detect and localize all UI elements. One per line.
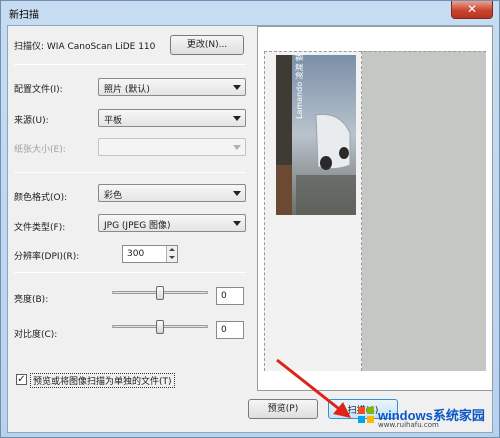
separator [14, 272, 246, 273]
color-format-label: 颜色格式(O): [14, 193, 68, 203]
paper-size-select [98, 138, 246, 156]
spin-up-icon[interactable] [169, 248, 175, 251]
brightness-input[interactable]: 0 [216, 287, 244, 305]
separator [14, 172, 246, 173]
resolution-value: 300 [127, 249, 145, 259]
spin-down-icon[interactable] [169, 256, 175, 259]
scan-region[interactable]: Lamando 凌渡 魅·力 [264, 51, 362, 371]
source-select[interactable]: 平板 [98, 109, 246, 127]
source-label: 来源(U): [14, 116, 49, 126]
brightness-label: 亮度(B): [14, 295, 49, 305]
resolution-label: 分辨率(DPI)(R): [14, 252, 80, 262]
watermark-url: www.ruihafu.com [378, 421, 439, 429]
brightness-value: 0 [221, 291, 227, 301]
title-bar: 新扫描 ✕ [1, 1, 499, 25]
separator [14, 64, 246, 65]
separate-files-checkbox[interactable]: ✓ [16, 374, 27, 385]
watermark: windows系统家园 www.ruihafu.com [358, 405, 488, 429]
color-format-select[interactable]: 彩色 [98, 184, 246, 202]
file-type-label: 文件类型(F): [14, 223, 66, 233]
chevron-down-icon [233, 116, 241, 121]
source-value: 平板 [104, 116, 123, 126]
chevron-down-icon [233, 191, 241, 196]
window-title: 新扫描 [9, 10, 39, 21]
separate-files-label[interactable]: 预览或将图像扫描为单独的文件(T) [30, 373, 175, 388]
paper-size-label: 纸张大小(E): [14, 145, 66, 155]
crop-border-left [264, 51, 265, 371]
annotation-arrow [276, 358, 351, 418]
profile-select[interactable]: 照片 (默认) [98, 78, 246, 96]
preview-photo: Lamando 凌渡 魅·力 [276, 55, 356, 215]
contrast-value: 0 [221, 325, 227, 335]
photo-caption: Lamando 凌渡 魅·力 [295, 55, 304, 119]
preview-pane: Lamando 凌渡 魅·力 [257, 26, 493, 391]
crop-border-right[interactable] [361, 51, 362, 371]
spinner-buttons[interactable] [166, 246, 177, 262]
scan-area: Lamando 凌渡 魅·力 [264, 51, 486, 371]
profile-label: 配置文件(I): [14, 85, 63, 95]
chevron-down-icon [233, 221, 241, 226]
chevron-down-icon [233, 85, 241, 90]
contrast-slider-thumb[interactable] [156, 320, 164, 334]
brightness-slider-thumb[interactable] [156, 286, 164, 300]
file-type-select[interactable]: JPG (JPEG 图像) [98, 214, 246, 232]
change-scanner-button[interactable]: 更改(N)... [170, 35, 244, 55]
profile-value: 照片 (默认) [104, 85, 150, 95]
crop-border-top [264, 51, 486, 52]
file-type-value: JPG (JPEG 图像) [104, 221, 171, 231]
scan-dialog: 新扫描 ✕ 扫描仪: WIA CanoScan LiDE 110 更改(N)..… [0, 0, 500, 438]
dialog-body: 扫描仪: WIA CanoScan LiDE 110 更改(N)... 配置文件… [7, 25, 493, 433]
checkmark-icon: ✓ [17, 374, 26, 385]
resolution-spinner[interactable]: 300 [122, 245, 178, 263]
windows-logo-icon [358, 407, 374, 423]
contrast-label: 对比度(C): [14, 330, 58, 340]
close-icon[interactable]: ✕ [467, 2, 477, 16]
scanner-label: 扫描仪: WIA CanoScan LiDE 110 [14, 42, 156, 52]
color-format-value: 彩色 [104, 191, 123, 201]
close-button[interactable]: ✕ [451, 1, 493, 19]
contrast-input[interactable]: 0 [216, 321, 244, 339]
chevron-down-icon [233, 145, 241, 150]
